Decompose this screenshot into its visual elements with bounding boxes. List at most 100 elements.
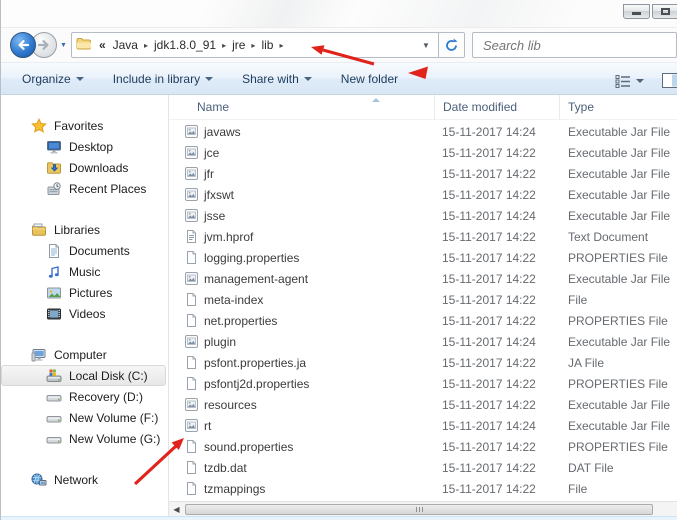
column-header-type[interactable]: Type (559, 95, 677, 120)
refresh-icon (444, 38, 459, 53)
file-row-tzmappings[interactable]: tzmappings15-11-2017 14:22File (169, 478, 677, 499)
toolbar-button-label: New folder (341, 72, 398, 86)
views-dropdown-icon (636, 79, 644, 83)
sidebar-item-new-volume-f[interactable]: New Volume (F:) (1, 407, 168, 428)
file-date: 15-11-2017 14:22 (434, 293, 559, 307)
file-date: 15-11-2017 14:22 (434, 146, 559, 160)
minimize-button[interactable] (623, 4, 650, 19)
computer-icon (31, 347, 47, 363)
file-row-plugin[interactable]: plugin15-11-2017 14:24Executable Jar Fil… (169, 331, 677, 352)
file-name-cell: tzmappings (169, 482, 434, 496)
sidebar-group-libraries: LibrariesDocumentsMusic Pictures Videos (1, 219, 168, 324)
file-row-sound-properties[interactable]: sound.properties15-11-2017 14:22PROPERTI… (169, 436, 677, 457)
file-row-jce[interactable]: jce15-11-2017 14:22Executable Jar File (169, 142, 677, 163)
breadcrumb-item-lib[interactable]: lib (257, 35, 277, 55)
back-arrow-icon (16, 38, 30, 52)
horizontal-scrollbar[interactable]: ◀ (169, 501, 677, 516)
address-dropdown-icon[interactable]: ▼ (418, 41, 434, 50)
file-name-cell: javaws (169, 125, 434, 139)
file-row-logging-properties[interactable]: logging.properties15-11-2017 14:22PROPER… (169, 247, 677, 268)
file-name-cell: plugin (169, 335, 434, 349)
new-folder-button[interactable]: New folder (333, 66, 406, 92)
sidebar-item-recent-places[interactable]: Recent Places (1, 178, 168, 199)
organize-button[interactable]: Organize (14, 66, 92, 92)
file-type: Executable Jar File (559, 398, 677, 412)
preview-pane-button[interactable] (656, 68, 677, 93)
file-row-jfr[interactable]: jfr15-11-2017 14:22Executable Jar File (169, 163, 677, 184)
breadcrumb-item-java[interactable]: Java (109, 35, 142, 55)
command-toolbar: Organize Include in library Share with New … (1, 62, 677, 95)
sidebar-item-music[interactable]: Music (1, 261, 168, 282)
sidebar-item-local-disk-c[interactable]: Local Disk (C:) (1, 365, 166, 386)
share-with-button[interactable]: Share with (234, 66, 320, 92)
maximize-button[interactable] (652, 4, 677, 19)
file-row-net-properties[interactable]: net.properties15-11-2017 14:22PROPERTIES… (169, 310, 677, 331)
file-type: Executable Jar File (559, 125, 677, 139)
file-name: jfxswt (204, 188, 234, 202)
search-box[interactable] (472, 32, 677, 58)
sidebar-item-desktop[interactable]: Desktop (1, 136, 168, 157)
file-type: Executable Jar File (559, 146, 677, 160)
file-row-jvm-hprof[interactable]: jvm.hprof15-11-2017 14:22Text Document (169, 226, 677, 247)
breadcrumb-separator-icon[interactable]: ▸ (249, 41, 257, 50)
file-name-cell: jvm.hprof (169, 230, 434, 244)
sidebar-item-pictures[interactable]: Pictures (1, 282, 168, 303)
file-type: Executable Jar File (559, 272, 677, 286)
file-date: 15-11-2017 14:22 (434, 167, 559, 181)
column-header-date[interactable]: Date modified (434, 95, 559, 120)
file-type: PROPERTIES File (559, 314, 677, 328)
folder-icon (76, 37, 92, 54)
file-name: logging.properties (204, 251, 299, 265)
file-name: meta-index (204, 293, 263, 307)
sidebar-item-favorites[interactable]: Favorites (1, 115, 168, 136)
file-name: jsse (204, 209, 225, 223)
file-row-jsse[interactable]: jsse15-11-2017 14:24Executable Jar File (169, 205, 677, 226)
file-type: Executable Jar File (559, 419, 677, 433)
breadcrumb-separator-icon[interactable]: ▸ (142, 41, 150, 50)
desktop-icon (46, 139, 62, 155)
breadcrumb-separator-icon[interactable]: ▸ (277, 41, 285, 50)
back-button[interactable] (10, 32, 36, 58)
include-in-library-button[interactable]: Include in library (105, 66, 221, 92)
sidebar-item-documents[interactable]: Documents (1, 240, 168, 261)
sidebar-item-recovery-d[interactable]: Recovery (D:) (1, 386, 168, 407)
sidebar-item-computer[interactable]: Computer (1, 344, 168, 365)
list-view-icon (615, 74, 632, 88)
breadcrumb-item-jdk1.8.0_91[interactable]: jdk1.8.0_91 (150, 35, 220, 55)
breadcrumb-item-jre[interactable]: jre (228, 35, 249, 55)
file-date: 15-11-2017 14:22 (434, 461, 559, 475)
address-bar[interactable]: «Java▸jdk1.8.0_91▸jre▸lib▸ ▼ (71, 32, 439, 58)
forward-arrow-icon (37, 38, 51, 52)
file-type: Executable Jar File (559, 188, 677, 202)
file-type: DAT File (559, 461, 677, 475)
change-view-button[interactable] (609, 69, 650, 93)
sidebar-item-libraries[interactable]: Libraries (1, 219, 168, 240)
file-row-tzdb-dat[interactable]: tzdb.dat15-11-2017 14:22DAT File (169, 457, 677, 478)
search-input[interactable] (481, 37, 668, 54)
sidebar-item-new-volume-g[interactable]: New Volume (G:) (1, 428, 168, 449)
file-row-jfxswt[interactable]: jfxswt15-11-2017 14:22Executable Jar Fil… (169, 184, 677, 205)
jar-icon (184, 419, 198, 433)
breadcrumb-separator-icon[interactable]: ▸ (220, 41, 228, 50)
file-row-psfontj2d-properties[interactable]: psfontj2d.properties15-11-2017 14:22PROP… (169, 373, 677, 394)
column-header-name[interactable]: Name (169, 95, 434, 120)
minimize-icon (632, 12, 641, 15)
sidebar-item-videos[interactable]: Videos (1, 303, 168, 324)
file-row-management-agent[interactable]: management-agent15-11-2017 14:22Executab… (169, 268, 677, 289)
recent-pages-dropdown[interactable]: ▼ (60, 42, 67, 49)
scroll-left-icon[interactable]: ◀ (169, 502, 184, 517)
file-row-javaws[interactable]: javaws15-11-2017 14:24Executable Jar Fil… (169, 121, 677, 142)
refresh-button[interactable] (439, 32, 465, 58)
scrollbar-thumb[interactable] (185, 504, 653, 515)
file-row-psfont-properties-ja[interactable]: psfont.properties.ja15-11-2017 14:22JA F… (169, 352, 677, 373)
file-name-cell: meta-index (169, 293, 434, 307)
file-row-meta-index[interactable]: meta-index15-11-2017 14:22File (169, 289, 677, 310)
file-row-resources[interactable]: resources15-11-2017 14:22Executable Jar … (169, 394, 677, 415)
file-rows: javaws15-11-2017 14:24Executable Jar Fil… (169, 121, 677, 501)
breadcrumb-overflow-icon[interactable]: « (96, 38, 109, 52)
sidebar-item-downloads[interactable]: Downloads (1, 157, 168, 178)
sidebar-item-network[interactable]: Network (1, 469, 168, 490)
file-row-rt[interactable]: rt15-11-2017 14:24Executable Jar File (169, 415, 677, 436)
sidebar-item-label: Pictures (69, 286, 112, 300)
file-date: 15-11-2017 14:22 (434, 377, 559, 391)
